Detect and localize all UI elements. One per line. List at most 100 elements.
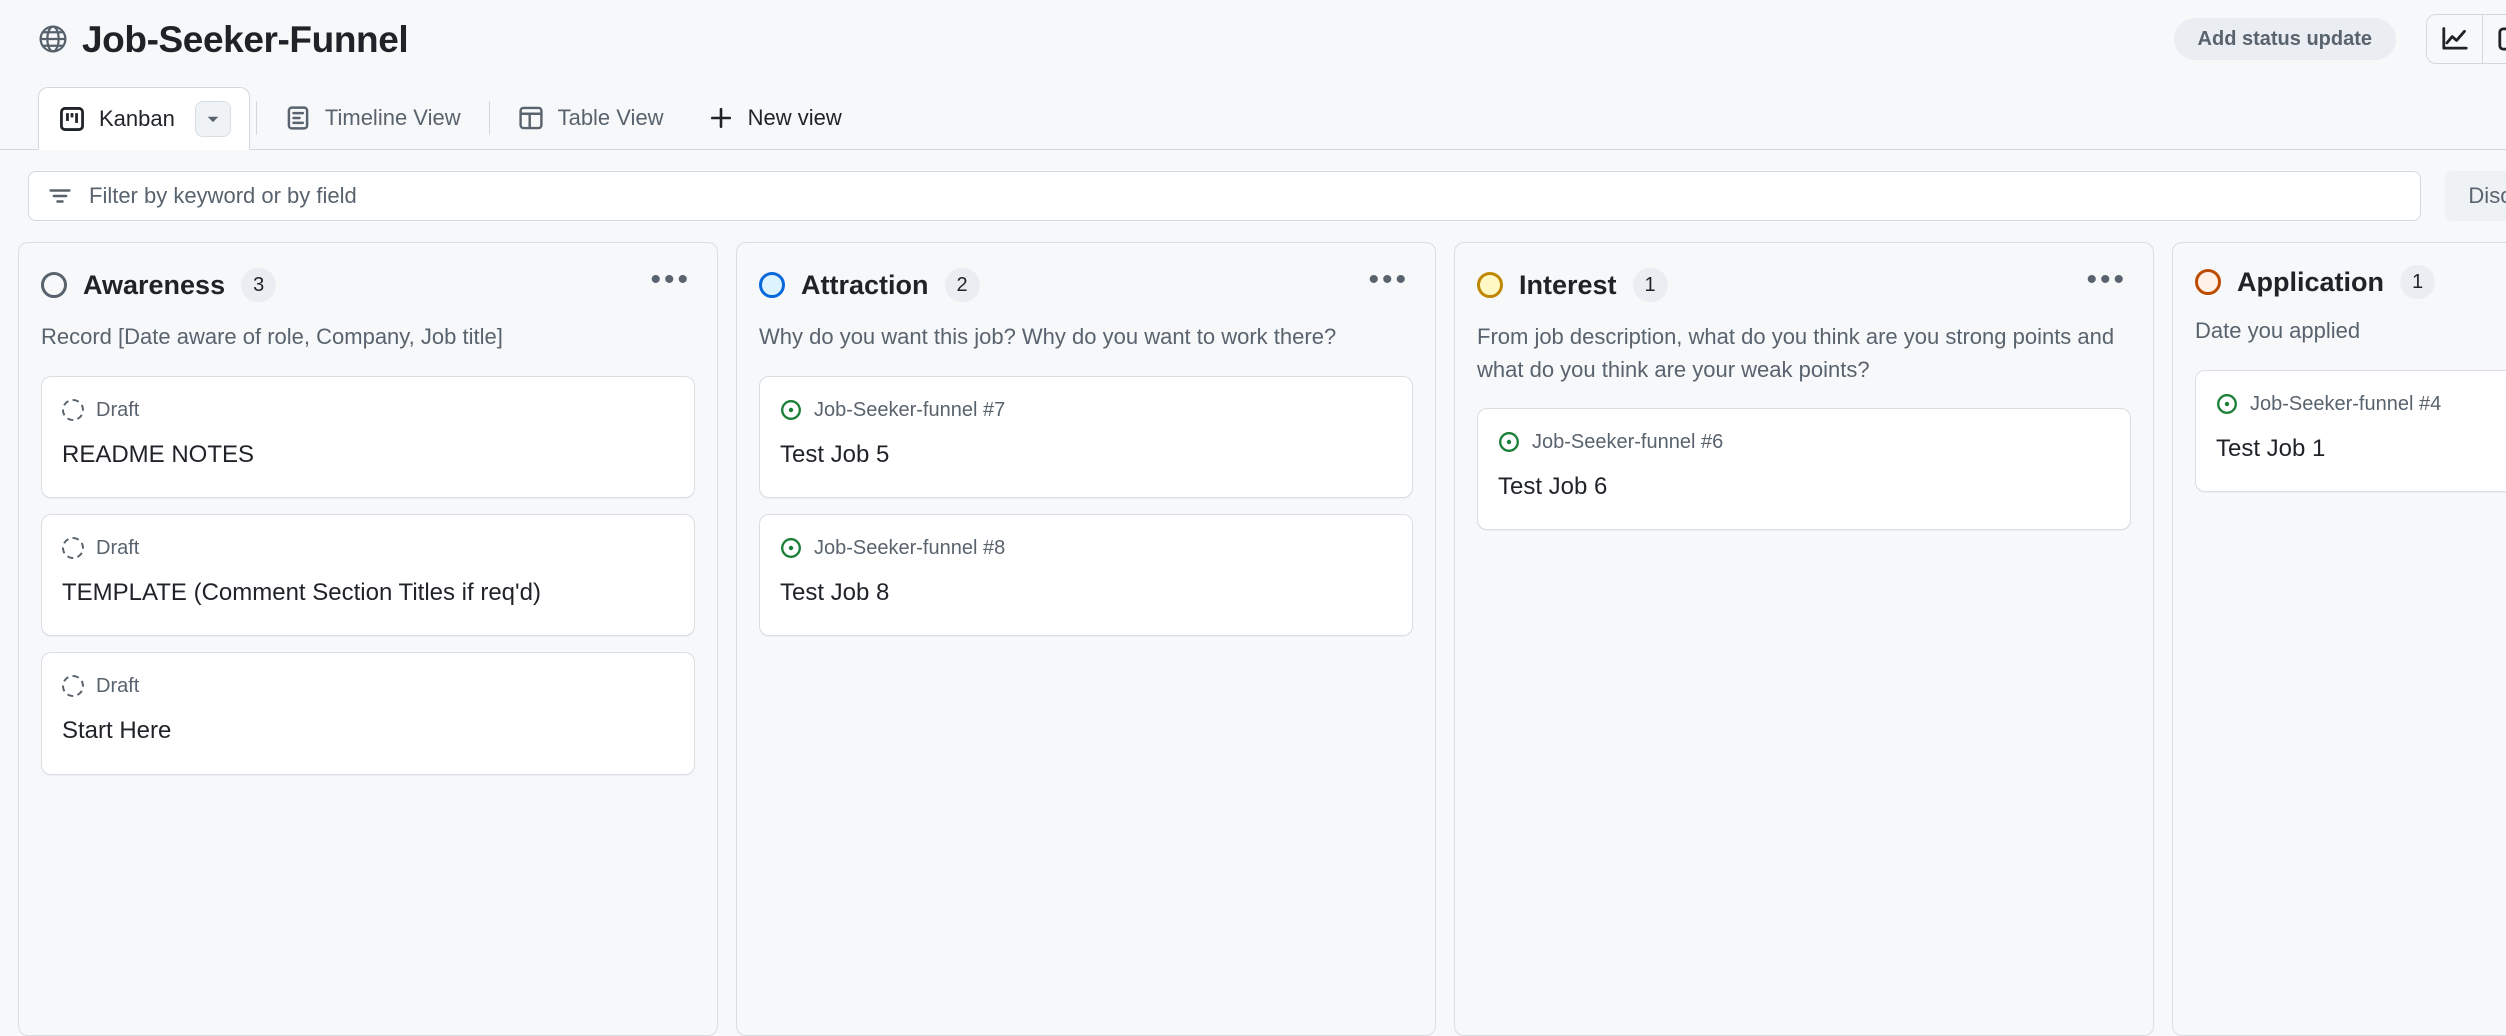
sidebar-panel-icon (2497, 25, 2506, 53)
card-item[interactable]: Job-Seeker-funnel #4 Test Job 1 (2195, 369, 2506, 492)
filter-input-wrapper[interactable]: Filter by keyword or by field (28, 171, 2422, 221)
card-meta: Job-Seeker-funnel #8 (780, 537, 1392, 559)
column-cards: Job-Seeker-funnel #7 Test Job 5 Job-Seek… (759, 375, 1413, 637)
header-button-group (2426, 14, 2506, 64)
tab-timeline-view-label: Timeline View (324, 105, 461, 130)
tab-divider (255, 101, 257, 135)
chevron-down-icon (205, 111, 221, 127)
card-item[interactable]: Draft TEMPLATE (Comment Section Titles i… (41, 513, 695, 637)
column-description: Why do you want this job? Why do you wan… (759, 324, 1337, 349)
column-header: Attraction 2 ••• (759, 265, 1413, 305)
tab-kanban-label: Kanban (99, 105, 175, 131)
status-dot-icon (41, 272, 67, 298)
filter-row: Filter by keyword or by field Discard (0, 150, 2506, 242)
page-title: Job-Seeker-Funnel (82, 18, 409, 60)
card-meta: Draft (62, 675, 674, 698)
header-actions: Add status update (2173, 0, 2506, 78)
column-title: Application (2237, 266, 2384, 297)
card-item[interactable]: Job-Seeker-funnel #6 Test Job 6 (1477, 408, 2131, 531)
column-cards: Job-Seeker-funnel #6 Test Job 6 (1477, 408, 2131, 531)
tab-table-view-label: Table View (557, 105, 664, 130)
draft-icon (62, 398, 84, 421)
page-header: Job-Seeker-Funnel Add status update (0, 0, 2506, 78)
view-tabs: Kanban Timeline View Table View New view (0, 78, 2506, 150)
open-issue-icon (2216, 393, 2238, 415)
column-cards: Draft README NOTES Draft TEMPLATE (Comme… (41, 375, 695, 775)
status-dot-icon (2195, 269, 2221, 295)
column-title: Interest (1519, 269, 1617, 300)
open-issue-icon (780, 399, 802, 421)
column-menu-button[interactable]: ••• (646, 265, 695, 305)
card-title: README NOTES (62, 440, 255, 468)
status-dot-icon (759, 272, 785, 298)
filter-icon (47, 183, 73, 209)
table-icon (518, 105, 544, 131)
column-header: Interest 1 ••• (1477, 265, 2131, 305)
column-count-badge: 1 (2400, 265, 2436, 299)
column-count-badge: 2 (944, 268, 980, 302)
open-issue-icon (1498, 431, 1520, 453)
card-meta-label: Job-Seeker-funnel #7 (814, 398, 1006, 421)
column-title: Awareness (83, 269, 226, 300)
column-header: Awareness 3 ••• (41, 265, 695, 305)
card-meta: Job-Seeker-funnel #4 (2216, 393, 2506, 415)
card-item[interactable]: Job-Seeker-funnel #8 Test Job 8 (759, 513, 1413, 637)
card-meta-label: Job-Seeker-funnel #6 (1532, 431, 1724, 454)
column-description: Record [Date aware of role, Company, Job… (41, 324, 503, 349)
timeline-icon (285, 105, 311, 131)
card-title: Test Job 5 (780, 440, 890, 468)
globe-icon (38, 24, 68, 54)
column-application: Application 1 Date you applied Job-Seeke… (2172, 242, 2506, 1036)
project-title-group: Job-Seeker-Funnel (38, 18, 409, 60)
kanban-board-icon (59, 106, 85, 132)
card-meta: Job-Seeker-funnel #7 (780, 399, 1392, 421)
card-title: Start Here (62, 717, 172, 745)
card-meta: Job-Seeker-funnel #6 (1498, 431, 2110, 453)
card-title: Test Job 8 (780, 578, 890, 606)
column-description: Date you applied (2195, 318, 2361, 343)
sidebar-toggle-button[interactable] (2483, 15, 2506, 63)
card-title: Test Job 1 (2216, 434, 2326, 462)
card-meta: Draft (62, 398, 674, 421)
filter-input[interactable]: Filter by keyword or by field (89, 185, 357, 207)
status-dot-icon (1477, 272, 1503, 298)
column-description: From job description, what do you think … (1477, 324, 2115, 382)
card-item[interactable]: Job-Seeker-funnel #7 Test Job 5 (759, 375, 1413, 498)
tab-divider-2 (488, 101, 490, 135)
column-awareness: Awareness 3 ••• Record [Date aware of ro… (18, 242, 718, 1036)
column-title: Attraction (801, 269, 929, 300)
new-view-button[interactable]: New view (686, 87, 864, 149)
card-title: Test Job 6 (1498, 473, 1608, 501)
column-count-badge: 1 (1632, 268, 1668, 302)
add-status-update-button[interactable]: Add status update (2173, 18, 2396, 60)
draft-icon (62, 675, 84, 698)
kanban-board: Awareness 3 ••• Record [Date aware of ro… (0, 242, 2506, 1036)
column-header: Application 1 (2195, 265, 2506, 299)
draft-icon (62, 536, 84, 559)
line-chart-icon (2441, 25, 2469, 53)
project-board-page: Job-Seeker-Funnel Add status update Kanb… (0, 0, 2506, 1036)
column-attraction: Attraction 2 ••• Why do you want this jo… (736, 242, 1436, 1036)
card-meta-label: Job-Seeker-funnel #8 (814, 536, 1006, 559)
card-item[interactable]: Draft Start Here (41, 652, 695, 775)
discard-button[interactable]: Discard (2445, 171, 2506, 221)
tab-timeline-view[interactable]: Timeline View (263, 87, 483, 149)
card-meta: Draft (62, 536, 674, 559)
open-issue-icon (780, 537, 802, 559)
card-meta-label: Draft (96, 675, 140, 698)
card-title: TEMPLATE (Comment Section Titles if req'… (62, 578, 541, 606)
column-interest: Interest 1 ••• From job description, wha… (1454, 242, 2154, 1036)
plus-icon (708, 105, 734, 131)
card-meta-label: Draft (96, 536, 140, 559)
tab-kanban[interactable]: Kanban (38, 87, 250, 150)
card-meta-label: Draft (96, 398, 140, 421)
new-view-label: New view (747, 105, 842, 130)
column-menu-button[interactable]: ••• (2082, 265, 2131, 305)
insights-button[interactable] (2427, 15, 2483, 63)
card-meta-label: Job-Seeker-funnel #4 (2250, 392, 2442, 415)
tab-kanban-menu-button[interactable] (194, 100, 231, 137)
column-menu-button[interactable]: ••• (1364, 265, 1413, 305)
card-item[interactable]: Draft README NOTES (41, 375, 695, 498)
tab-table-view[interactable]: Table View (496, 87, 686, 149)
column-count-badge: 3 (241, 268, 277, 302)
